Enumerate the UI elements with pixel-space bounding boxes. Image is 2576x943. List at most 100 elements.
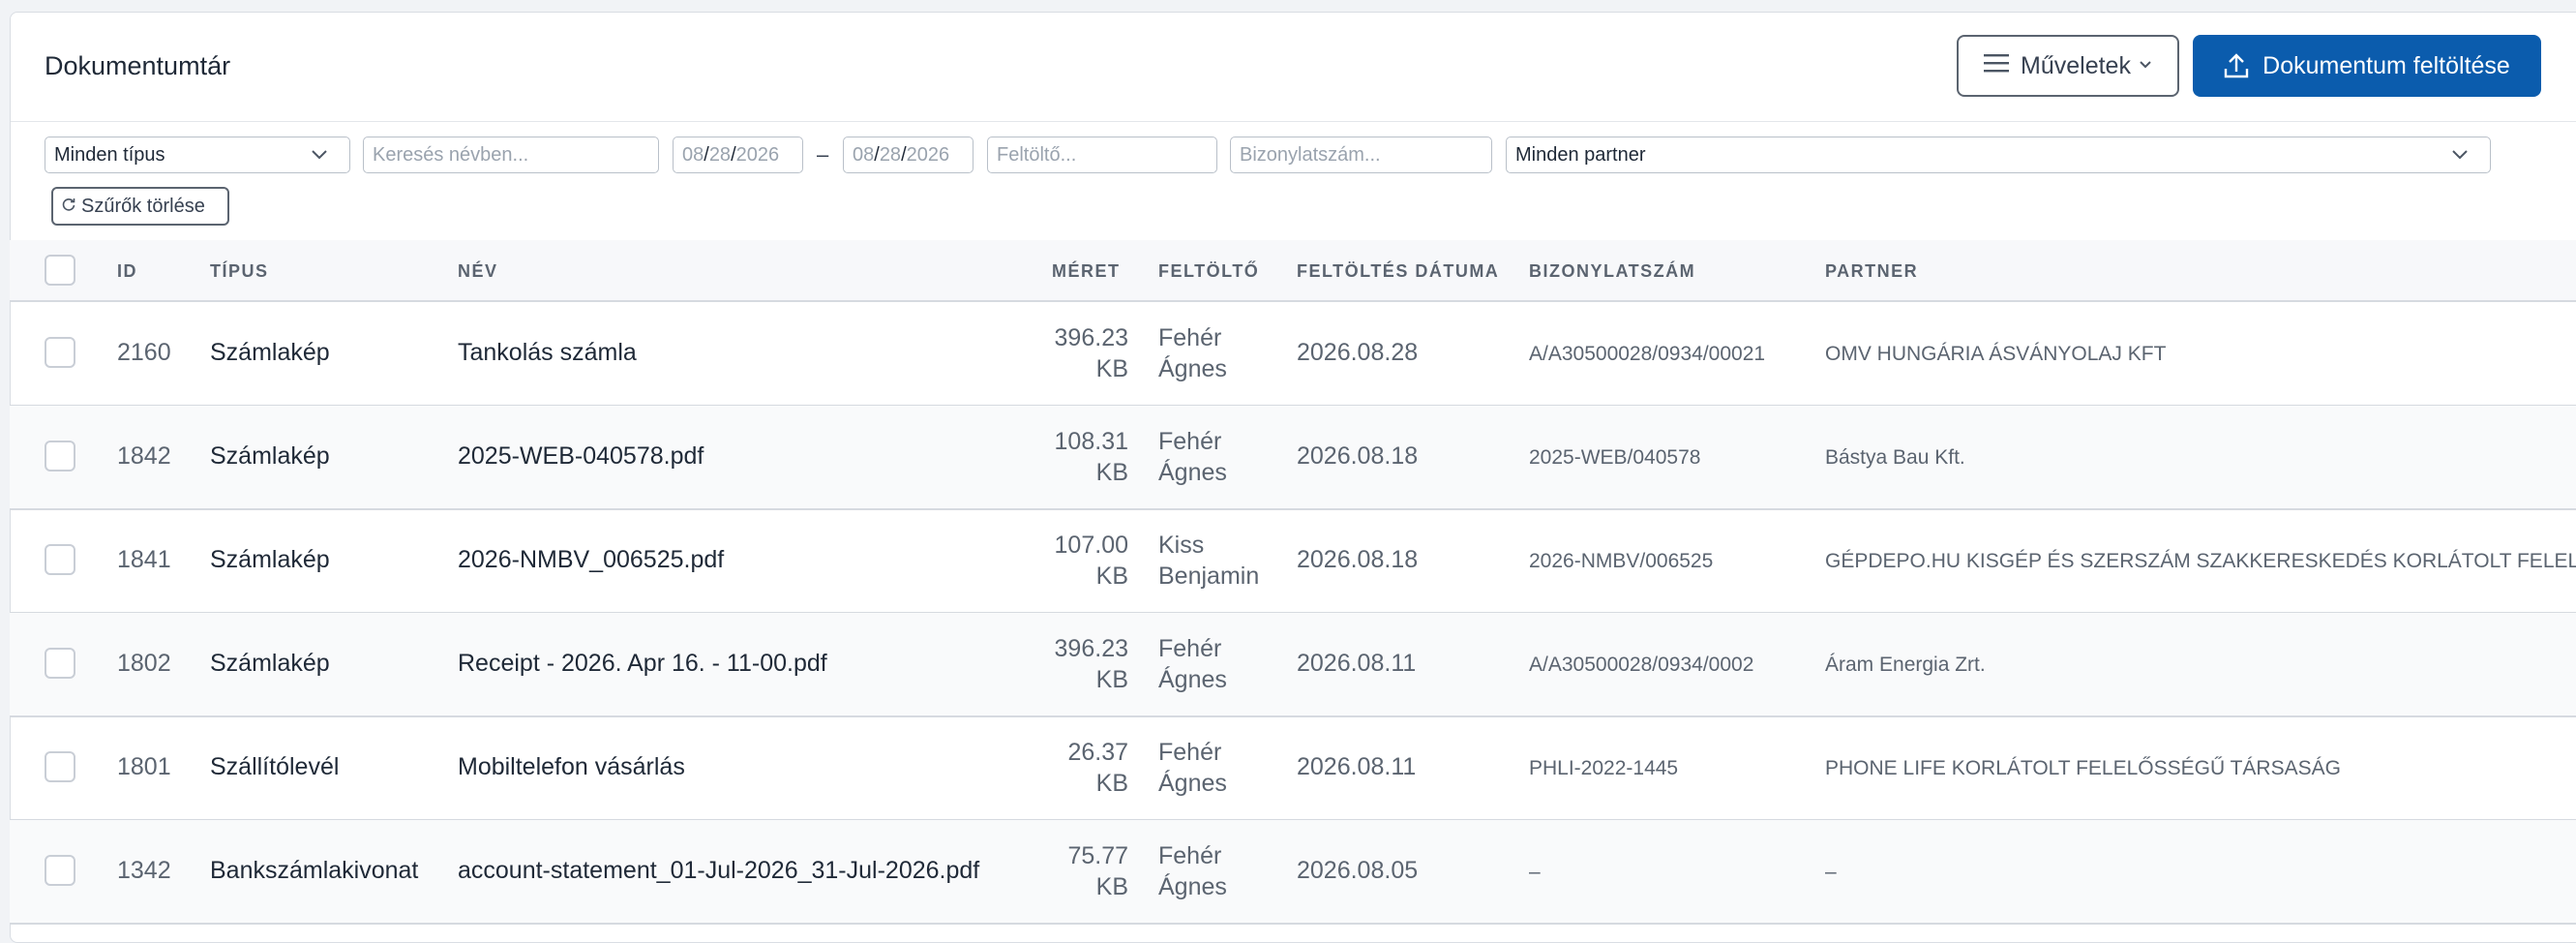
cell-upload-date: 2026.08.11 <box>1297 650 1417 677</box>
uploader-filter-input[interactable]: Feltöltő... <box>987 137 1217 173</box>
cell-type: Számlakép <box>210 650 330 677</box>
cell-id: 1841 <box>117 546 171 573</box>
upload-icon <box>2224 53 2249 78</box>
size-unit: KB <box>1095 563 1128 590</box>
cell-type: Számlakép <box>210 546 330 573</box>
row-checkbox[interactable] <box>45 648 75 679</box>
date-to-year: 2026 <box>906 143 950 166</box>
date-from-day: 28 <box>708 143 732 166</box>
cell-uploader: Kiss Benjamin <box>1158 530 1259 592</box>
cell-name[interactable]: Tankolás számla <box>458 339 637 367</box>
cell-partner: Áram Energia Zrt. <box>1825 654 1986 676</box>
column-header-size[interactable]: MÉRET <box>1052 261 1121 282</box>
size-number: 108.31 <box>1054 428 1128 455</box>
table-row[interactable]: 1802 Számlakép Receipt - 2026. Apr 16. - 1… <box>10 613 2576 717</box>
size-number: 396.23 <box>1054 324 1128 351</box>
uploader-second: Ágnes <box>1158 770 1227 797</box>
uploader-second: Benjamin <box>1158 563 1260 590</box>
column-header-voucher[interactable]: BIZONYLATSZÁM <box>1529 261 1695 282</box>
clear-filters-button[interactable]: Szűrők törlése <box>51 187 229 226</box>
date-from-month: 08 <box>682 143 704 166</box>
table-row[interactable]: 1801 Szállítólevél Mobiltelefon vásárlás 26… <box>10 716 2576 821</box>
operations-label: Műveletek <box>2021 51 2131 79</box>
cell-type: Szállítólevél <box>210 753 340 780</box>
voucher-filter-input[interactable]: Bizonylatszám... <box>1230 137 1492 173</box>
cell-voucher: 2025-WEB/040578 <box>1529 446 1701 469</box>
table-row[interactable]: 1841 Számlakép 2026-NMBV_006525.pdf 107.00 K… <box>10 509 2576 614</box>
chevron-down-icon <box>2451 145 2469 167</box>
chevron-down-icon <box>2139 57 2152 75</box>
cell-voucher: A/A30500028/0934/0002 <box>1529 654 1754 676</box>
type-filter-select[interactable]: Minden típus <box>45 137 350 173</box>
column-header-type[interactable]: TÍPUS <box>210 261 269 282</box>
column-header-name[interactable]: NÉV <box>458 261 498 282</box>
select-all-checkbox[interactable] <box>45 255 75 286</box>
name-search-placeholder: Keresés névben... <box>373 143 529 166</box>
uploader-first: Fehér <box>1158 739 1222 766</box>
size-number: 75.77 <box>1067 842 1128 869</box>
voucher-placeholder: Bizonylatszám... <box>1240 143 1381 166</box>
upload-document-button[interactable]: Dokumentum feltöltése <box>2193 35 2541 97</box>
cell-size: 108.31 KB <box>1016 426 1128 488</box>
cell-id: 1842 <box>117 442 171 470</box>
cell-name[interactable]: 2026-NMBV_006525.pdf <box>458 546 724 574</box>
row-checkbox[interactable] <box>45 751 75 782</box>
row-checkbox[interactable] <box>45 441 75 472</box>
table-header: ID TÍPUS NÉV MÉRET FELTÖLTŐ FELTÖLTÉS DÁ… <box>10 240 2576 302</box>
uploader-second: Ágnes <box>1158 666 1227 693</box>
cell-name[interactable]: Receipt - 2026. Apr 16. - 11-00.pdf <box>458 650 827 678</box>
date-from-input[interactable]: 08/28/2026 <box>673 137 803 173</box>
cell-partner: GÉPDEPO.HU KISGÉP ÉS SZERSZÁM SZAKKERESK… <box>1825 550 2576 572</box>
size-unit: KB <box>1095 459 1128 486</box>
uploader-first: Fehér <box>1158 842 1222 869</box>
column-header-partner[interactable]: PARTNER <box>1825 261 1918 282</box>
type-filter-value: Minden típus <box>54 143 165 166</box>
uploader-first: Fehér <box>1158 428 1222 455</box>
cell-upload-date: 2026.08.18 <box>1297 442 1419 470</box>
cell-size: 396.23 KB <box>1016 633 1128 695</box>
size-number: 26.37 <box>1067 739 1128 766</box>
column-header-uploader[interactable]: FELTÖLTŐ <box>1158 261 1259 282</box>
cell-upload-date: 2026.08.11 <box>1297 753 1417 780</box>
size-number: 107.00 <box>1054 532 1128 559</box>
cell-partner: – <box>1825 861 1837 883</box>
table-row[interactable]: 2160 Számlakép Tankolás számla 396.23 KB Fehé… <box>10 302 2576 407</box>
cell-voucher: PHLI-2022-1445 <box>1529 757 1679 779</box>
cell-type: Számlakép <box>210 442 330 470</box>
chevron-down-icon <box>311 145 328 167</box>
size-unit: KB <box>1095 355 1128 382</box>
upload-label: Dokumentum feltöltése <box>2262 51 2510 79</box>
cell-name[interactable]: 2025-WEB-040578.pdf <box>458 442 704 471</box>
page-title: Dokumentumtár <box>45 51 231 80</box>
cell-upload-date: 2026.08.05 <box>1297 857 1419 884</box>
cell-uploader: Fehér Ágnes <box>1158 426 1227 488</box>
cell-id: 1802 <box>117 650 171 677</box>
page-header: Dokumentumtár Műveletek Dokumentum feltö… <box>11 13 2576 122</box>
column-header-upload-date[interactable]: FELTÖLTÉS DÁTUMA <box>1297 261 1499 282</box>
cell-size: 396.23 KB <box>1016 322 1128 384</box>
row-checkbox[interactable] <box>45 855 75 886</box>
cell-name[interactable]: Mobiltelefon vásárlás <box>458 753 685 781</box>
date-from-year: 2026 <box>735 143 780 166</box>
uploader-second: Ágnes <box>1158 459 1227 486</box>
row-checkbox[interactable] <box>45 544 75 575</box>
cell-id: 1342 <box>117 857 171 884</box>
operations-menu-button[interactable]: Műveletek <box>1957 35 2179 97</box>
cell-partner: PHONE LIFE KORLÁTOLT FELELŐSSÉGŰ TÁRSASÁ… <box>1825 757 2341 779</box>
name-search-input[interactable]: Keresés névben... <box>363 137 659 173</box>
date-range-separator: – <box>817 142 829 167</box>
cell-id: 1801 <box>117 753 171 780</box>
cell-voucher: 2026-NMBV/006525 <box>1529 550 1714 572</box>
column-header-id[interactable]: ID <box>117 261 137 282</box>
cell-type: Számlakép <box>210 339 330 366</box>
partner-filter-select[interactable]: Minden partner <box>1506 137 2491 173</box>
table-row[interactable]: 1842 Számlakép 2025-WEB-040578.pdf 108.31 KB… <box>10 406 2576 510</box>
cell-type: Bankszámlakivonat <box>210 857 419 884</box>
cell-size: 75.77 KB <box>1016 840 1128 902</box>
date-to-input[interactable]: 08/28/2026 <box>843 137 973 173</box>
cell-name[interactable]: account-statement_01-Jul-2026_31-Jul-202… <box>458 857 979 885</box>
cell-uploader: Fehér Ágnes <box>1158 840 1227 902</box>
clear-filters-label: Szűrők törlése <box>81 195 205 217</box>
table-row[interactable]: 1342 Bankszámlakivonat account-statement_0… <box>10 820 2576 925</box>
row-checkbox[interactable] <box>45 337 75 368</box>
